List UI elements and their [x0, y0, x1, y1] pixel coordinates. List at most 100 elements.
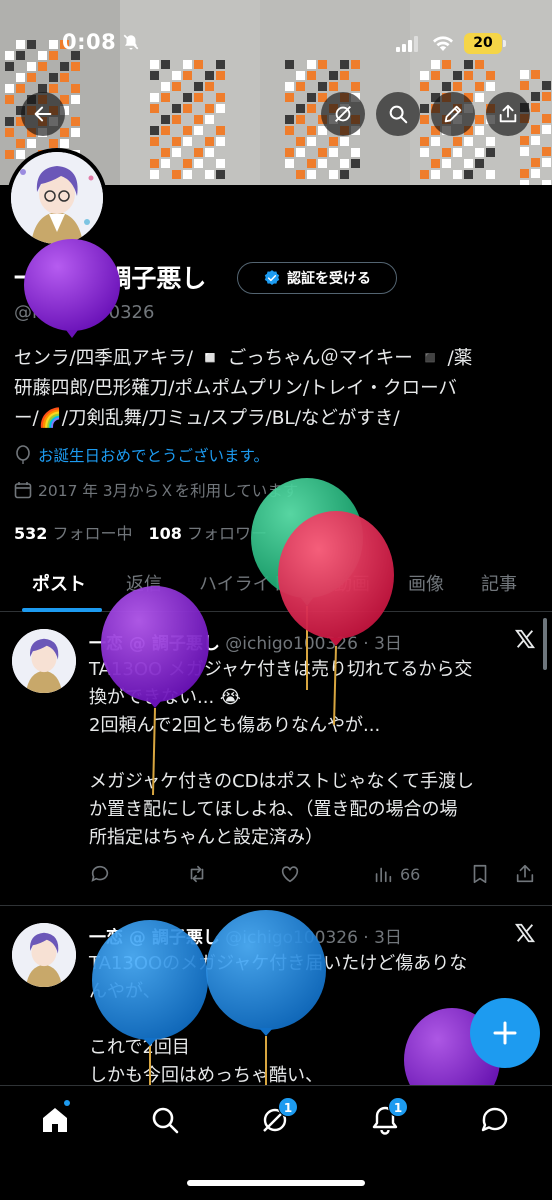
banner-tile [442, 148, 451, 157]
banner-tile [183, 137, 192, 146]
heart-icon [281, 866, 299, 883]
post[interactable]: 一恋 @ 調子悪し @ichigo100326 · 3日 TA13OOのメガジャ… [0, 906, 552, 1085]
signal-icon [396, 36, 418, 52]
banner-tile [420, 148, 429, 157]
banner-tile [5, 150, 14, 159]
profile-tabs: ポスト 返信 ハイライト 動画 画像 記事 [0, 560, 552, 612]
banner-tile [475, 93, 484, 102]
edit-button[interactable] [431, 92, 475, 136]
bookmark-button[interactable] [469, 863, 491, 885]
tab-replies[interactable]: 返信 [126, 570, 162, 596]
post-avatar[interactable] [12, 923, 76, 987]
compose-post-button[interactable] [470, 998, 540, 1068]
banner-tile [296, 137, 305, 146]
banner-tile [296, 148, 305, 157]
avatar-art [12, 629, 76, 693]
banner-tile [307, 170, 316, 179]
banner-tile [5, 128, 14, 137]
follow-stats: 532 フォロー中 108 フォロワー [14, 520, 267, 544]
get-verified-button[interactable]: 認証を受ける [237, 262, 397, 294]
banner-tile [486, 170, 495, 179]
banner-tile [296, 104, 305, 113]
banner-tile [183, 159, 192, 168]
like-button[interactable] [279, 863, 301, 885]
post-text: TA13OO メガジャケ付きは売り切れてるから交 換ができない... 😭 2回頼… [89, 659, 474, 848]
profile-avatar[interactable] [7, 148, 107, 248]
tab-videos[interactable]: 動画 [334, 570, 370, 596]
banner-tile [71, 128, 80, 137]
banner-tile [520, 136, 529, 145]
followers-label: フォロワー [187, 524, 268, 543]
banner-tile [431, 159, 440, 168]
avatar-illustration [11, 152, 103, 244]
nav-grok[interactable]: 1 [258, 1097, 298, 1137]
banner-tile [216, 126, 225, 135]
x-logo-icon [514, 923, 536, 943]
post[interactable]: 一恋 @ 調子悪し @ichigo100326 · 3日 TA13OO メガジャ… [0, 612, 552, 905]
bio-line: 研藤四郎/巴形薙刀/ポムポムプリン/トレイ・クローバ [14, 378, 457, 399]
avatar-art [12, 923, 76, 987]
following-count: 532 [14, 524, 48, 543]
banner-tile [531, 136, 540, 145]
banner-tile [161, 115, 170, 124]
tab-posts[interactable]: ポスト [32, 570, 86, 596]
banner-tile [183, 170, 192, 179]
joined-text: 2017 年 3月からＸを利用しています [38, 482, 299, 500]
share-icon [516, 864, 534, 883]
banner-tile [49, 139, 58, 148]
balloon-icon [16, 445, 30, 464]
grok-button[interactable] [321, 92, 365, 136]
tab-articles[interactable]: 記事 [481, 570, 517, 596]
home-unread-dot [64, 1100, 70, 1106]
reply-button[interactable] [89, 863, 111, 885]
repost-button[interactable] [186, 863, 208, 885]
following-link[interactable]: 532 フォロー中 [14, 524, 133, 543]
reply-icon [91, 865, 109, 882]
banner-tile [205, 115, 214, 124]
banner-tile [216, 104, 225, 113]
nav-home[interactable] [38, 1100, 72, 1137]
nav-search[interactable] [148, 1103, 182, 1137]
search-button[interactable] [376, 92, 420, 136]
banner-tile [531, 92, 540, 101]
banner-tile [172, 170, 181, 179]
views-button[interactable]: 66 [372, 863, 420, 885]
banner-tile [307, 126, 316, 135]
post-author-name[interactable]: 一恋 @ 調子悪し [89, 634, 220, 654]
banner-tile [542, 114, 551, 123]
tab-highlights[interactable]: ハイライト [199, 570, 289, 596]
post-header: 一恋 @ 調子悪し @ichigo100326 · 3日 [89, 923, 402, 948]
nav-messages[interactable] [478, 1103, 512, 1137]
pencil-icon [444, 105, 462, 123]
banner-tile [205, 148, 214, 157]
search-icon [389, 105, 408, 124]
post-author-name[interactable]: 一恋 @ 調子悪し [89, 928, 220, 948]
calendar-icon [14, 482, 32, 499]
followers-link[interactable]: 108 フォロワー [149, 524, 268, 543]
tab-media[interactable]: 画像 [408, 570, 444, 596]
banner-tile [542, 158, 551, 167]
post-avatar[interactable] [12, 629, 76, 693]
banner-tile [486, 148, 495, 157]
following-label: フォロー中 [52, 524, 133, 543]
banner-tile [351, 148, 360, 157]
banner-tile [329, 137, 338, 146]
banner-tile [285, 115, 294, 124]
profile-name: 一恋 @ 調子悪し [14, 264, 207, 293]
birthday-line[interactable]: お誕生日おめでとうございます。 [14, 444, 269, 466]
x-logo-icon [514, 629, 536, 649]
banner-tile [420, 170, 429, 179]
share-button[interactable] [486, 92, 530, 136]
profile-bio: センラ/四季凪アキラ/ ◽️ ごっちゃん＠マイキー ◾️ /薬 研藤四郎/巴形薙… [14, 344, 544, 434]
scrollbar[interactable] [543, 618, 547, 670]
banner-tile [296, 115, 305, 124]
post-text: TA13OOのメガジャケ付き届いたけど傷ありな んやが、 これで2回目 しかも今… [89, 953, 468, 1085]
banner-tile [318, 148, 327, 157]
banner-tile [442, 159, 451, 168]
share-post-button[interactable] [514, 863, 536, 885]
search-icon [152, 1107, 179, 1134]
banner-tile [205, 137, 214, 146]
nav-notifications[interactable]: 1 [368, 1097, 408, 1137]
banner-tile [194, 115, 203, 124]
back-button[interactable] [21, 92, 65, 136]
